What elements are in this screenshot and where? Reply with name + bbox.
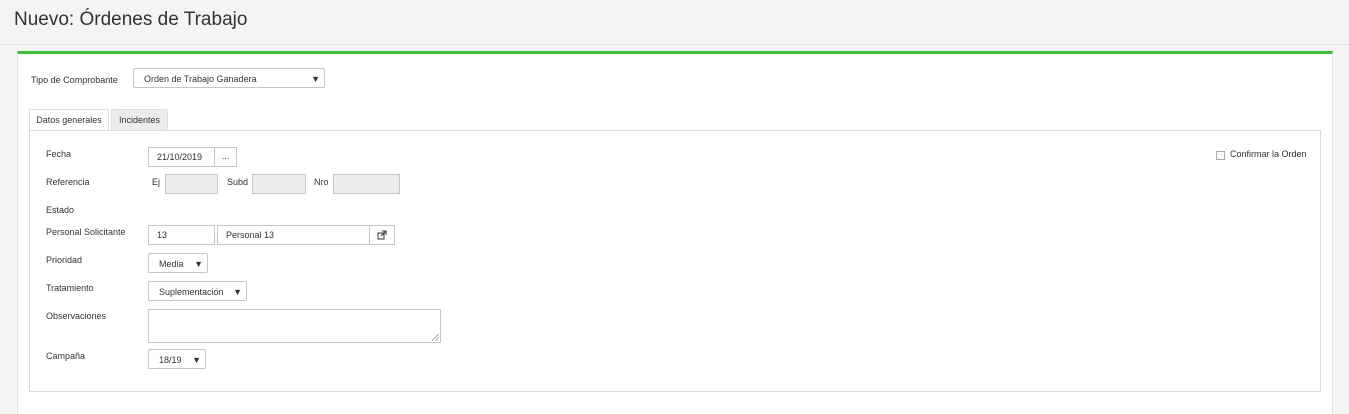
- form-panel: Tipo de Comprobante Orden de Trabajo Gan…: [17, 51, 1333, 414]
- estado-label: Estado: [46, 205, 75, 215]
- observaciones-textarea[interactable]: [148, 309, 441, 343]
- personal-code-input[interactable]: 13: [148, 225, 215, 245]
- personal-label: Personal Solicitante: [46, 227, 126, 237]
- fecha-picker-button[interactable]: ...: [214, 147, 237, 167]
- ej-label: Ej: [152, 177, 161, 187]
- external-link-icon: [377, 230, 387, 240]
- prioridad-label: Prioridad: [46, 255, 83, 265]
- external-link-button[interactable]: [369, 225, 395, 245]
- nro-label: Nro: [314, 177, 329, 187]
- page-header: Nuevo: Órdenes de Trabajo: [0, 0, 1349, 45]
- caret-down-icon: ▼: [233, 287, 242, 297]
- tratamiento-select[interactable]: Suplementación ▼: [148, 281, 247, 301]
- campana-select[interactable]: 18/19 ▼: [148, 349, 206, 369]
- nro-input[interactable]: [333, 174, 400, 194]
- datos-generales-panel: Fecha 21/10/2019 ... Confirmar la Orden …: [29, 130, 1321, 392]
- page-title: Nuevo: Órdenes de Trabajo: [14, 9, 248, 30]
- subd-input[interactable]: [252, 174, 306, 194]
- campana-value: 18/19: [159, 355, 182, 365]
- observaciones-label: Observaciones: [46, 311, 107, 321]
- subd-label: Subd: [227, 177, 249, 187]
- tipo-comprobante-label: Tipo de Comprobante: [31, 75, 118, 85]
- tipo-comprobante-select[interactable]: Orden de Trabajo Ganadera ▼: [133, 68, 325, 88]
- tab-datos-generales[interactable]: Datos generales: [29, 109, 109, 130]
- ej-input[interactable]: [165, 174, 218, 194]
- confirmar-checkbox[interactable]: [1216, 151, 1225, 160]
- resize-grip-icon[interactable]: [432, 334, 439, 341]
- prioridad-select[interactable]: Media ▼: [148, 253, 208, 273]
- referencia-label: Referencia: [46, 177, 90, 187]
- caret-down-icon: ▼: [194, 259, 203, 269]
- fecha-label: Fecha: [46, 149, 72, 159]
- tipo-comprobante-value: Orden de Trabajo Ganadera: [144, 74, 257, 84]
- caret-down-icon: ▼: [192, 355, 201, 365]
- confirmar-label: Confirmar la Orden: [1230, 149, 1307, 159]
- prioridad-value: Media: [159, 259, 184, 269]
- tratamiento-value: Suplementación: [159, 287, 224, 297]
- fecha-input[interactable]: 21/10/2019: [148, 147, 215, 167]
- personal-name-input[interactable]: Personal 13: [217, 225, 370, 245]
- caret-down-icon: ▼: [311, 74, 320, 84]
- campana-label: Campaña: [46, 351, 86, 361]
- tab-incidentes[interactable]: Incidentes: [111, 109, 168, 130]
- tratamiento-label: Tratamiento: [46, 283, 94, 293]
